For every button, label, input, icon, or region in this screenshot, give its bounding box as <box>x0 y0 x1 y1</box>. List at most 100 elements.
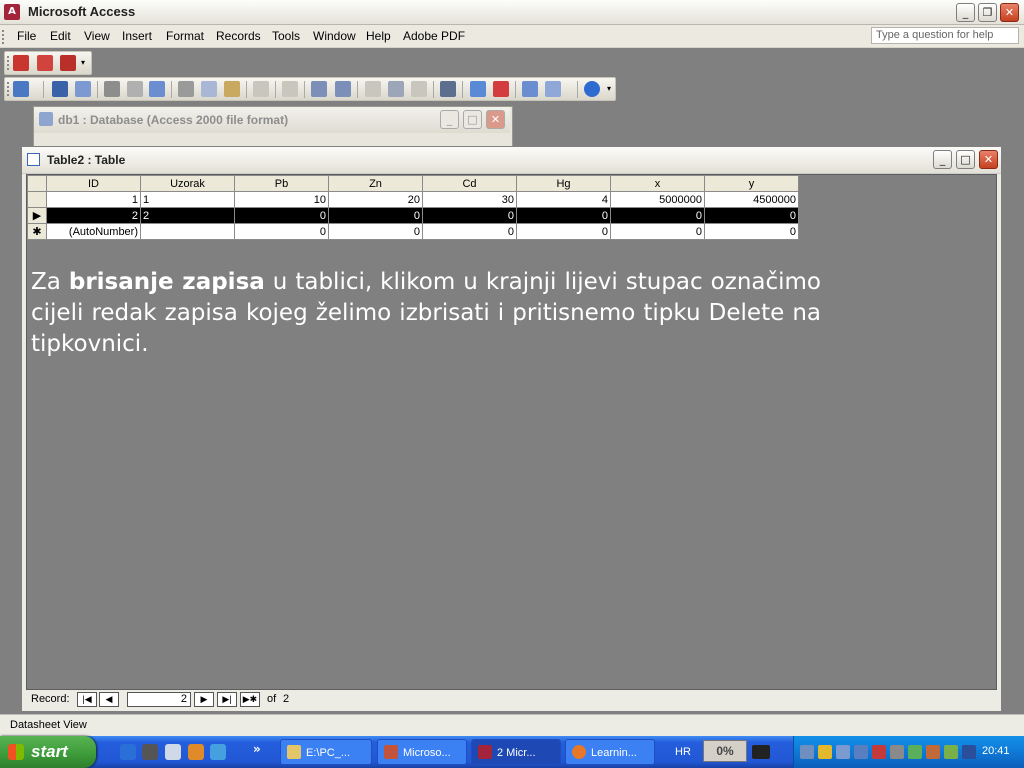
cell[interactable]: 0 <box>516 207 611 224</box>
apply-filter-icon[interactable] <box>411 81 427 97</box>
bluetooth-icon[interactable] <box>962 745 976 759</box>
column-header[interactable]: x <box>610 175 705 192</box>
find-icon[interactable] <box>440 81 456 97</box>
filter-by-form-icon[interactable] <box>388 81 404 97</box>
task-powerpoint[interactable]: Microso... <box>377 739 467 765</box>
cell[interactable] <box>140 223 235 240</box>
menu-records[interactable]: Records <box>216 29 261 43</box>
view-dropdown-icon[interactable] <box>31 81 39 97</box>
record-selector-current[interactable]: ▶ <box>27 207 47 224</box>
new-record-selector[interactable]: ✱ <box>27 223 47 240</box>
table-close-button[interactable]: ✕ <box>979 150 998 169</box>
toolbar-grip[interactable] <box>7 82 11 96</box>
green-tray-icon[interactable] <box>944 745 958 759</box>
table-minimize-button[interactable]: _ <box>933 150 952 169</box>
menu-edit[interactable]: Edit <box>50 29 71 43</box>
cell[interactable]: 0 <box>422 207 517 224</box>
database-window-titlebar[interactable]: db1 : Database (Access 2000 file format)… <box>34 107 510 133</box>
table-maximize-button[interactable]: □ <box>956 150 975 169</box>
minimize-button[interactable]: _ <box>956 3 975 22</box>
cell[interactable]: 10 <box>234 191 329 208</box>
table-row[interactable]: 1 1 10 20 30 4 5000000 4500000 <box>27 191 799 208</box>
insert-hyperlink-icon[interactable] <box>282 81 298 97</box>
pdf-email-icon[interactable] <box>37 55 53 71</box>
previous-record-icon[interactable]: ◀ <box>99 692 119 707</box>
table-window-titlebar[interactable]: Table2 : Table _ □ ✕ <box>22 147 1001 174</box>
cell[interactable]: 2 <box>46 207 141 224</box>
restore-button[interactable]: ❐ <box>978 3 997 22</box>
cell[interactable]: 0 <box>610 207 705 224</box>
toolbar-grip[interactable] <box>7 56 11 70</box>
database-window[interactable]: db1 : Database (Access 2000 file format)… <box>33 106 513 148</box>
table-row-selected[interactable]: ▶ 2 2 0 0 0 0 0 0 <box>27 207 799 224</box>
column-header[interactable]: Uzorak <box>140 175 235 192</box>
file-search-icon[interactable] <box>75 81 91 97</box>
cell[interactable]: 4 <box>516 191 611 208</box>
toolbar-options-icon[interactable]: ▾ <box>607 84 615 100</box>
menu-insert[interactable]: Insert <box>122 29 152 43</box>
cpu-meter[interactable]: 0% <box>703 740 747 762</box>
cell[interactable]: 0 <box>516 223 611 240</box>
cell[interactable]: 0 <box>328 223 423 240</box>
select-all-corner[interactable] <box>27 175 47 192</box>
menu-grip[interactable] <box>2 30 6 44</box>
delete-record-icon[interactable] <box>493 81 509 97</box>
print-icon[interactable] <box>104 81 120 97</box>
new-record-row[interactable]: ✱ (AutoNumber) 0 0 0 0 0 0 <box>27 223 799 240</box>
sort-ascending-icon[interactable] <box>311 81 327 97</box>
new-record-nav-icon[interactable]: ▶✱ <box>240 692 260 707</box>
column-header[interactable]: ID <box>46 175 141 192</box>
filter-by-selection-icon[interactable] <box>365 81 381 97</box>
network-connection-icon[interactable] <box>836 745 850 759</box>
first-record-icon[interactable]: |◀ <box>77 692 97 707</box>
database-window-icon[interactable] <box>522 81 538 97</box>
menu-tools[interactable]: Tools <box>272 29 300 43</box>
record-selector[interactable] <box>27 191 47 208</box>
db-close-button[interactable]: ✕ <box>486 110 505 129</box>
spelling-icon[interactable] <box>149 81 165 97</box>
menu-adobe-pdf[interactable]: Adobe PDF <box>403 29 465 43</box>
column-header[interactable]: Pb <box>234 175 329 192</box>
clock[interactable]: 20:41 <box>982 745 1010 757</box>
task-firefox[interactable]: Learnin... <box>565 739 655 765</box>
db-maximize-button[interactable]: □ <box>463 110 482 129</box>
cell[interactable]: 5000000 <box>610 191 705 208</box>
last-record-icon[interactable]: ▶| <box>217 692 237 707</box>
cell[interactable]: 30 <box>422 191 517 208</box>
cut-icon[interactable] <box>178 81 194 97</box>
messenger-icon[interactable] <box>210 744 226 760</box>
cell[interactable]: 0 <box>704 207 799 224</box>
task-explorer[interactable]: E:\PC_... <box>280 739 372 765</box>
sort-descending-icon[interactable] <box>335 81 351 97</box>
network-icon[interactable] <box>800 745 814 759</box>
update-icon[interactable] <box>908 745 922 759</box>
internet-explorer-icon[interactable] <box>120 744 136 760</box>
show-desktop-icon[interactable] <box>165 744 181 760</box>
undo-icon[interactable] <box>253 81 269 97</box>
new-object-dropdown-icon[interactable] <box>563 81 571 97</box>
db-minimize-button[interactable]: _ <box>440 110 459 129</box>
cell[interactable]: 1 <box>140 191 235 208</box>
new-object-icon[interactable] <box>545 81 561 97</box>
save-icon[interactable] <box>52 81 68 97</box>
task-access[interactable]: 2 Micr... <box>471 739 561 765</box>
menu-view[interactable]: View <box>84 29 110 43</box>
column-header[interactable]: Hg <box>516 175 611 192</box>
next-record-icon[interactable]: ▶ <box>194 692 214 707</box>
antivirus-icon[interactable] <box>872 745 886 759</box>
copy-icon[interactable] <box>201 81 217 97</box>
column-header[interactable]: y <box>704 175 799 192</box>
cell[interactable]: 0 <box>422 223 517 240</box>
cell[interactable]: 1 <box>46 191 141 208</box>
help-icon[interactable] <box>584 81 600 97</box>
pdf-review-icon[interactable] <box>60 55 76 71</box>
print-preview-icon[interactable] <box>127 81 143 97</box>
convert-to-pdf-icon[interactable] <box>13 55 29 71</box>
menu-help[interactable]: Help <box>366 29 391 43</box>
quicklaunch-more-icon[interactable]: » <box>253 742 261 756</box>
current-record-field[interactable]: 2 <box>127 692 191 707</box>
new-record-icon[interactable] <box>470 81 486 97</box>
close-button[interactable]: ✕ <box>1000 3 1019 22</box>
cell[interactable]: 0 <box>704 223 799 240</box>
paste-icon[interactable] <box>224 81 240 97</box>
